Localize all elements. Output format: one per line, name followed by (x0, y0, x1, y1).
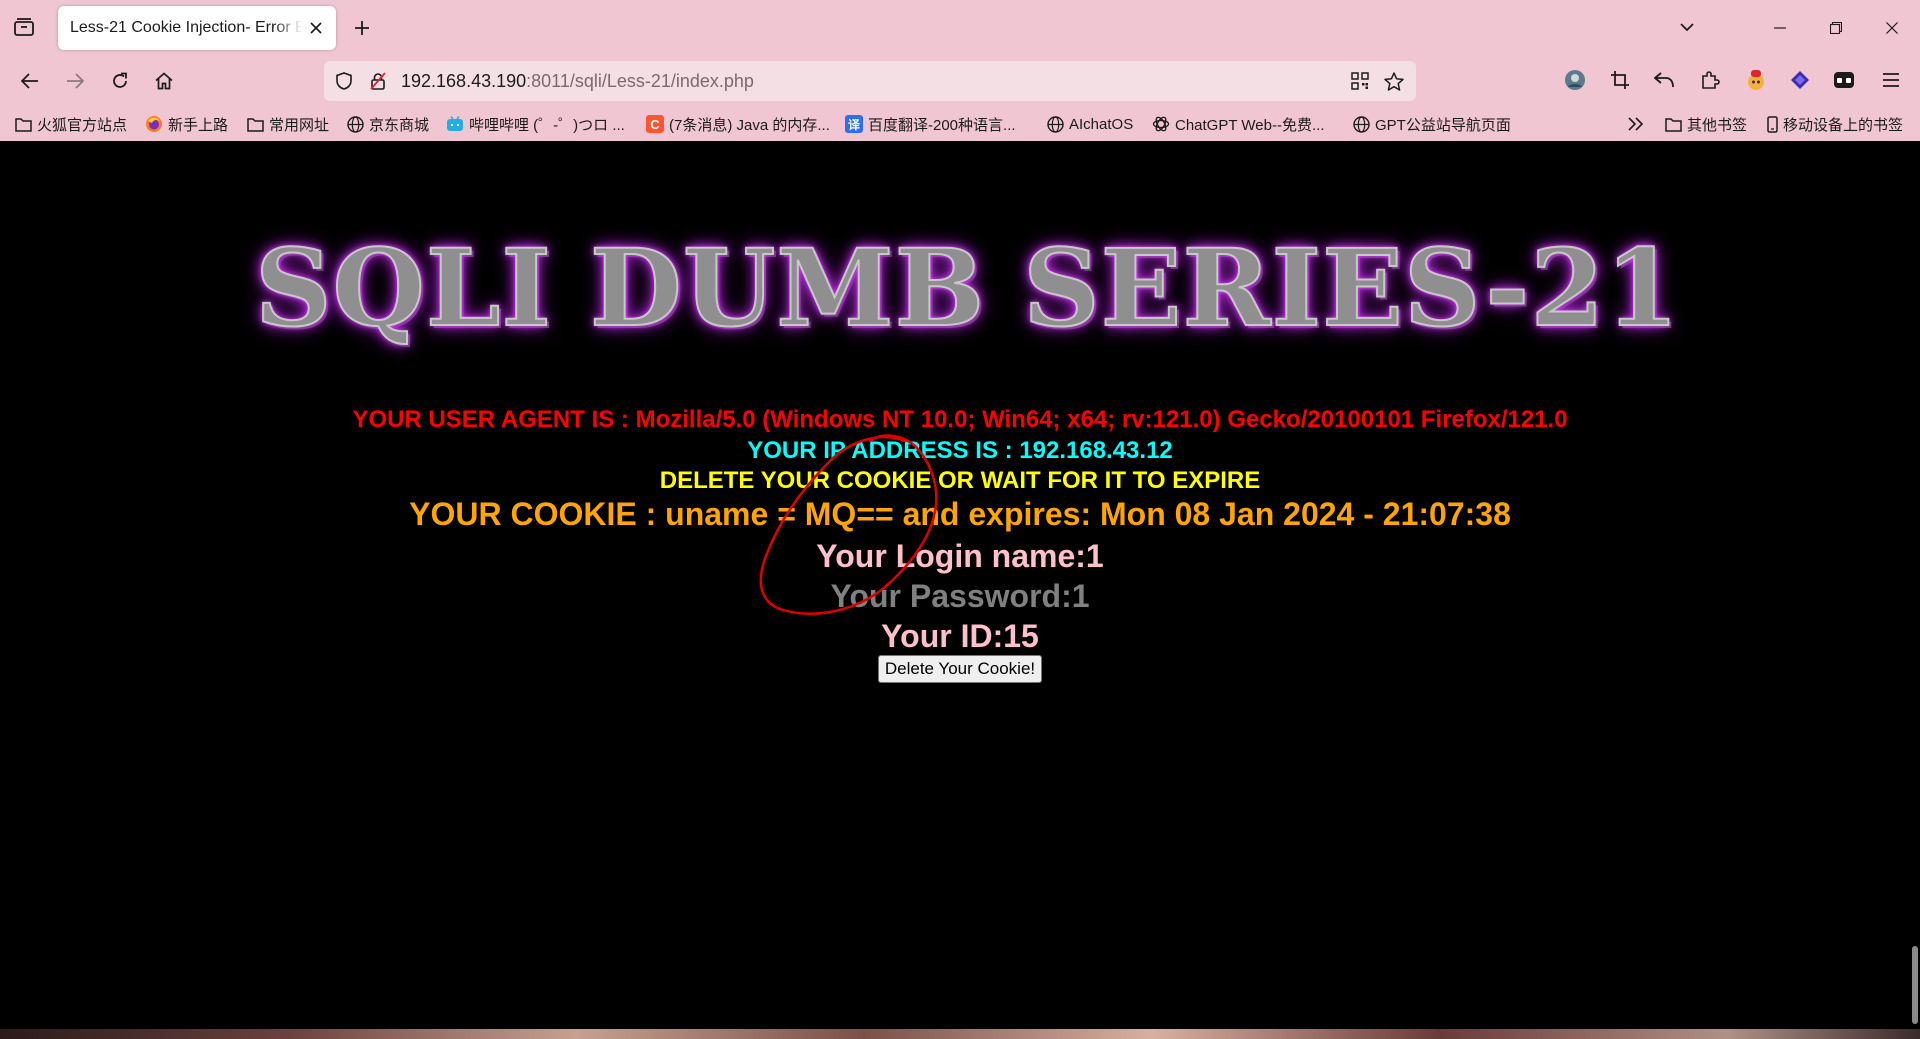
bookmark-item[interactable]: 哔哩哔哩 (゜-゜)つロ ... (446, 113, 625, 135)
list-all-tabs-icon[interactable] (1662, 0, 1712, 55)
bookmark-label: 哔哩哔哩 (゜-゜)つロ ... (469, 116, 625, 134)
translate-icon: 译 (845, 115, 863, 133)
url-text[interactable]: 192.168.43.190:8011/sqli/Less-21/index.p… (401, 71, 754, 92)
window-controls (1662, 0, 1920, 55)
restore-icon[interactable] (1808, 0, 1864, 55)
menu-icon[interactable] (1877, 66, 1905, 94)
bookmark-item[interactable]: 火狐官方站点 (14, 113, 127, 135)
tab-list-icon[interactable] (10, 14, 38, 40)
tab-bar: Less-21 Cookie Injection- Error Based- c… (0, 0, 1920, 55)
url-host: 192.168.43.190 (401, 71, 527, 91)
bookmark-item[interactable]: GPT公益站导航页面 (1352, 113, 1511, 135)
bookmark-item[interactable]: 译 百度翻译-200种语言... (845, 113, 1016, 135)
navigation-toolbar: 192.168.43.190:8011/sqli/Less-21/index.p… (0, 55, 1920, 105)
svg-text:C: C (650, 117, 660, 132)
page-content: SQLI DUMB SERIES-21 YOUR USER AGENT IS :… (0, 141, 1920, 1039)
browser-chrome: Less-21 Cookie Injection- Error Based- c… (0, 0, 1920, 141)
bookmark-item[interactable]: 常用网址 (246, 113, 329, 135)
home-icon[interactable] (147, 64, 181, 98)
firefox-icon (145, 115, 163, 133)
folder-icon (246, 115, 264, 133)
bookmark-item[interactable]: 其他书签 (1664, 113, 1747, 135)
bookmark-label: 新手上路 (168, 116, 229, 134)
close-window-icon[interactable] (1864, 0, 1920, 55)
globe-icon (1046, 115, 1064, 133)
reload-icon[interactable] (103, 64, 137, 98)
folder-icon (14, 115, 32, 133)
active-tab[interactable]: Less-21 Cookie Injection- Error Based- c… (58, 6, 336, 50)
extension-diamond-icon[interactable] (1786, 66, 1814, 94)
shield-icon[interactable] (332, 69, 356, 93)
extensions-puzzle-icon[interactable] (1696, 66, 1724, 94)
series-banner: SQLI DUMB SERIES-21 (254, 225, 1680, 350)
delete-cookie-form: Delete Your Cookie! (0, 655, 1920, 683)
user-agent-text: YOUR USER AGENT IS : Mozilla/5.0 (Window… (352, 406, 1568, 433)
ip-address-text: YOUR IP ADDRESS IS : 192.168.43.12 (747, 437, 1173, 464)
bookmark-label: GPT公益站导航页面 (1375, 116, 1511, 134)
cookie-text: YOUR COOKIE : uname = MQ== and expires: … (409, 496, 1511, 532)
delete-cookie-message: DELETE YOUR COOKIE OR WAIT FOR IT TO EXP… (659, 467, 1261, 494)
scrollbar-thumb[interactable] (1912, 946, 1918, 1024)
login-name-text: Your Login name:1 (816, 538, 1104, 574)
bookmark-label: 京东商城 (369, 116, 430, 134)
delete-cookie-button[interactable]: Delete Your Cookie! (877, 655, 1043, 683)
minimize-icon[interactable] (1752, 0, 1808, 55)
bookmark-label: 常用网址 (269, 116, 330, 134)
svg-text:译: 译 (848, 118, 861, 132)
undo-icon[interactable] (1650, 66, 1678, 94)
qr-code-icon[interactable] (1348, 69, 1372, 93)
bookmark-label: (7条消息) Java 的内存... (669, 116, 830, 134)
globe-icon (1352, 115, 1370, 133)
forward-icon[interactable] (58, 64, 92, 98)
back-icon[interactable] (13, 64, 47, 98)
taskbar-preview-strip (0, 1029, 1920, 1039)
address-bar[interactable]: 192.168.43.190:8011/sqli/Less-21/index.p… (324, 61, 1416, 101)
user-id-text: Your ID:15 (881, 618, 1039, 654)
new-tab-icon[interactable] (348, 14, 376, 42)
bookmark-item[interactable]: 移动设备上的书签 (1766, 113, 1903, 135)
bookmarks-overflow-icon[interactable] (1628, 113, 1644, 135)
bookmark-label: 火狐官方站点 (37, 116, 128, 134)
csdn-icon: C (646, 115, 664, 133)
password-text: Your Password:1 (830, 578, 1090, 614)
extension-avatar-icon[interactable] (1561, 66, 1589, 94)
bookmark-item[interactable]: C (7条消息) Java 的内存... (646, 113, 830, 135)
bookmark-item[interactable]: 京东商城 (346, 113, 429, 135)
openai-icon (1152, 115, 1170, 133)
crop-icon[interactable] (1606, 66, 1634, 94)
bookmark-label: 百度翻译-200种语言... (868, 116, 1016, 134)
extension-badge-icon[interactable] (1742, 66, 1770, 94)
bookmark-label: AIchatOS (1069, 115, 1134, 133)
mobile-icon (1766, 115, 1778, 133)
bookmark-item[interactable]: AIchatOS (1046, 113, 1133, 135)
globe-icon (346, 115, 364, 133)
insecure-lock-icon[interactable] (366, 69, 390, 93)
folder-icon (1664, 115, 1682, 133)
extension-mask-icon[interactable] (1830, 66, 1858, 94)
bookmark-label: 其他书签 (1687, 116, 1748, 134)
bookmarks-toolbar: 火狐官方站点 新手上路 常用网址 京东商城 哔哩哔哩 (゜-゜)つロ ... C… (0, 105, 1920, 141)
bookmark-item[interactable]: ChatGPT Web--免费... (1152, 113, 1324, 135)
close-tab-icon[interactable] (306, 18, 326, 38)
tab-title: Less-21 Cookie Injection- Error Based- c… (70, 19, 302, 36)
bookmark-star-icon[interactable] (1382, 69, 1406, 93)
bookmark-label: ChatGPT Web--免费... (1175, 116, 1325, 134)
url-path: :8011/sqli/Less-21/index.php (526, 71, 754, 91)
bookmark-label: 移动设备上的书签 (1783, 116, 1904, 134)
bookmark-item[interactable]: 新手上路 (145, 113, 228, 135)
bilibili-icon (446, 115, 464, 133)
